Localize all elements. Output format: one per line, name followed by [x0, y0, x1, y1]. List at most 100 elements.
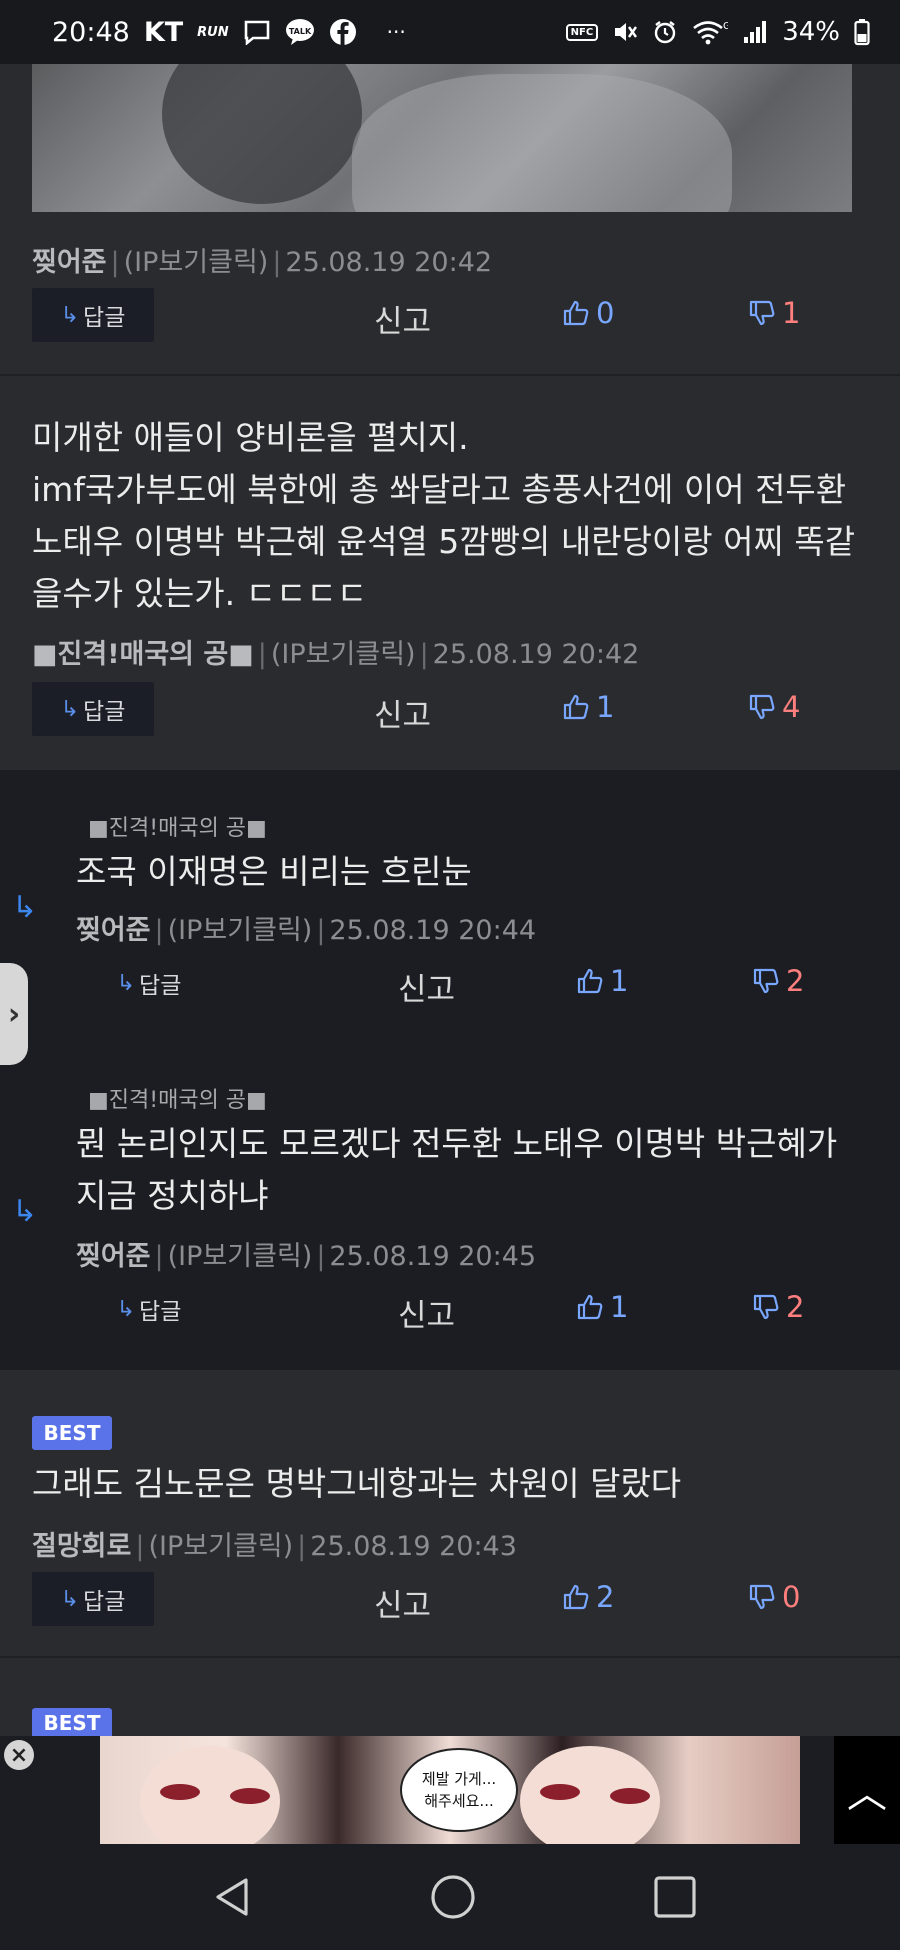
comment-meta: 찢어준 | (IP보기클릭) | 25.08.19 20:45 [76, 1241, 537, 1272]
reply-arrow-icon: ↳ [116, 970, 136, 996]
mute-icon [612, 19, 638, 45]
chevron-right-icon: › [7, 996, 21, 1032]
comment-text: 조국 이재명은 비리는 흐린눈 [76, 852, 472, 891]
downvote-button[interactable]: 2 [752, 964, 804, 998]
ad-bubble-line1: 제발 가게... [421, 1770, 497, 1788]
reply-label: 답글 [83, 1589, 126, 1615]
reply-label: 답글 [139, 973, 182, 999]
ip-view-link[interactable]: (IP보기클릭) [168, 915, 313, 946]
best-badge: BEST [32, 1708, 112, 1738]
reply-indicator-icon: ↳ [12, 1194, 38, 1229]
upvote-button[interactable]: 2 [562, 1580, 614, 1614]
report-button[interactable]: 신고 [398, 1290, 455, 1335]
chevron-up-icon: ︿ [847, 1771, 887, 1817]
thumbs-up-icon [563, 300, 589, 326]
downvote-count: 1 [782, 296, 801, 330]
reply-button[interactable]: ↳ 답글 [32, 1572, 154, 1626]
reply-arrow-icon: ↳ [60, 696, 80, 722]
downvote-button[interactable]: 0 [748, 1580, 800, 1614]
reply-label: 답글 [139, 1299, 182, 1325]
reply-button[interactable]: ↳ 답글 [88, 956, 210, 1010]
comment-author[interactable]: 찢어준 [76, 915, 151, 946]
downvote-count: 2 [786, 964, 805, 998]
upvote-count: 1 [610, 964, 629, 998]
downvote-button[interactable]: 1 [748, 296, 800, 330]
comment-meta: 찢어준 | (IP보기클릭) | 25.08.19 20:42 [32, 247, 493, 278]
reply-comment-item: ■진격!매국의 공■ 조국 이재명은 비리는 흐린눈 ↳ 찢어준 | (IP보기클릭… [0, 770, 900, 1042]
thumbs-down-icon [749, 300, 775, 326]
reply-arrow-icon: ↳ [116, 1296, 136, 1322]
comment-date: 25.08.19 20:45 [329, 1241, 537, 1272]
thumbs-down-icon [749, 694, 775, 720]
nike-run-icon: RUN [197, 24, 229, 40]
comment-author[interactable]: 찢어준 [76, 1241, 151, 1272]
battery-percent: 34% [782, 17, 840, 47]
wifi-icon: G [692, 19, 728, 45]
side-drawer-toggle[interactable]: › [0, 963, 28, 1065]
reply-to-author: ■진격!매국의 공■ [88, 1088, 267, 1113]
facebook-icon [329, 18, 357, 46]
upvote-button[interactable]: 1 [576, 1290, 628, 1324]
thumbs-down-icon [749, 1584, 775, 1610]
navigation-bar [0, 1844, 900, 1950]
downvote-button[interactable]: 2 [752, 1290, 804, 1324]
comment-author[interactable]: ■진격!매국의 공■ [32, 639, 254, 670]
comment-date: 25.08.19 20:42 [285, 247, 493, 278]
battery-icon [854, 18, 870, 46]
comment-date: 25.08.19 20:44 [329, 915, 537, 946]
thumbs-up-icon [563, 694, 589, 720]
reply-button[interactable]: ↳ 답글 [88, 1282, 210, 1336]
thumbs-up-icon [577, 1294, 603, 1320]
downvote-count: 0 [782, 1580, 801, 1614]
comment-item: 찢어준 | (IP보기클릭) | 25.08.19 20:42 ↳ 답글 신고 0 1 [0, 212, 900, 374]
ad-image[interactable]: 제발 가게... 해주세요... [100, 1736, 800, 1844]
ip-view-link[interactable]: (IP보기클릭) [124, 247, 269, 278]
ip-view-link[interactable]: (IP보기클릭) [148, 1531, 293, 1562]
comment-author[interactable]: 찢어준 [32, 247, 107, 278]
report-button[interactable]: 신고 [374, 1580, 431, 1625]
report-button[interactable]: 신고 [374, 296, 431, 341]
more-notifications-icon: ··· [386, 20, 406, 44]
kakaotalk-icon: TALK [285, 18, 315, 46]
ip-view-link[interactable]: (IP보기클릭) [271, 639, 416, 670]
upvote-count: 2 [596, 1580, 615, 1614]
report-button[interactable]: 신고 [398, 964, 455, 1009]
reply-button[interactable]: ↳ 답글 [32, 682, 154, 736]
reply-comment-item: ■진격!매국의 공■ 뭔 논리인지도 모르겠다 전두환 노태우 이명박 박근혜가… [0, 1042, 900, 1370]
recent-apps-icon[interactable] [650, 1872, 700, 1922]
reply-label: 답글 [83, 699, 126, 725]
reply-arrow-icon: ↳ [60, 1586, 80, 1612]
report-button[interactable]: 신고 [374, 690, 431, 735]
talk-label: TALK [288, 27, 311, 36]
scroll-to-top-button[interactable]: ︿ [834, 1736, 900, 1844]
comment-item: 미개한 애들이 양비론을 펼치지. imf국가부도에 북한에 총 쏴달라고 총풍… [0, 376, 900, 770]
thumbs-down-icon [753, 1294, 779, 1320]
upvote-button[interactable]: 0 [562, 296, 614, 330]
close-ad-icon[interactable]: × [4, 1740, 34, 1770]
comment-image [32, 64, 852, 212]
comment-text: 뭔 논리인지도 모르겠다 전두환 노태우 이명박 박근혜가 지금 정치하냐 [76, 1124, 838, 1215]
comment-author[interactable]: 절망회로 [32, 1531, 131, 1562]
back-icon[interactable] [208, 1872, 258, 1922]
best-comment-item: BEST [0, 1658, 900, 1738]
network-type-label: G [723, 21, 728, 32]
status-bar: 20:48 KT RUN TALK ··· NFC G 34% [0, 0, 900, 64]
upvote-button[interactable]: 1 [562, 690, 614, 724]
ad-banner[interactable]: × 제발 가게... 해주세요... [0, 1736, 900, 1844]
carrier-label: KT [143, 16, 184, 48]
downvote-button[interactable]: 4 [748, 690, 800, 724]
comment-text: 미개한 애들이 양비론을 펼치지. imf국가부도에 북한에 총 쏴달라고 총풍… [32, 418, 856, 613]
upvote-count: 1 [610, 1290, 629, 1324]
upvote-button[interactable]: 1 [576, 964, 628, 998]
status-time: 20:48 [52, 16, 130, 48]
reply-button[interactable]: ↳ 답글 [32, 288, 154, 342]
home-icon[interactable] [428, 1872, 478, 1922]
upvote-count: 1 [596, 690, 615, 724]
ip-view-link[interactable]: (IP보기클릭) [168, 1241, 313, 1272]
thumbs-up-icon [563, 1584, 589, 1610]
signal-icon [742, 19, 768, 45]
comment-date: 25.08.19 20:43 [310, 1531, 517, 1562]
comment-date: 25.08.19 20:42 [432, 639, 640, 670]
upvote-count: 0 [596, 296, 615, 330]
comment-text: 그래도 김노문은 명박그네항과는 차원이 달랐다 [32, 1464, 682, 1503]
